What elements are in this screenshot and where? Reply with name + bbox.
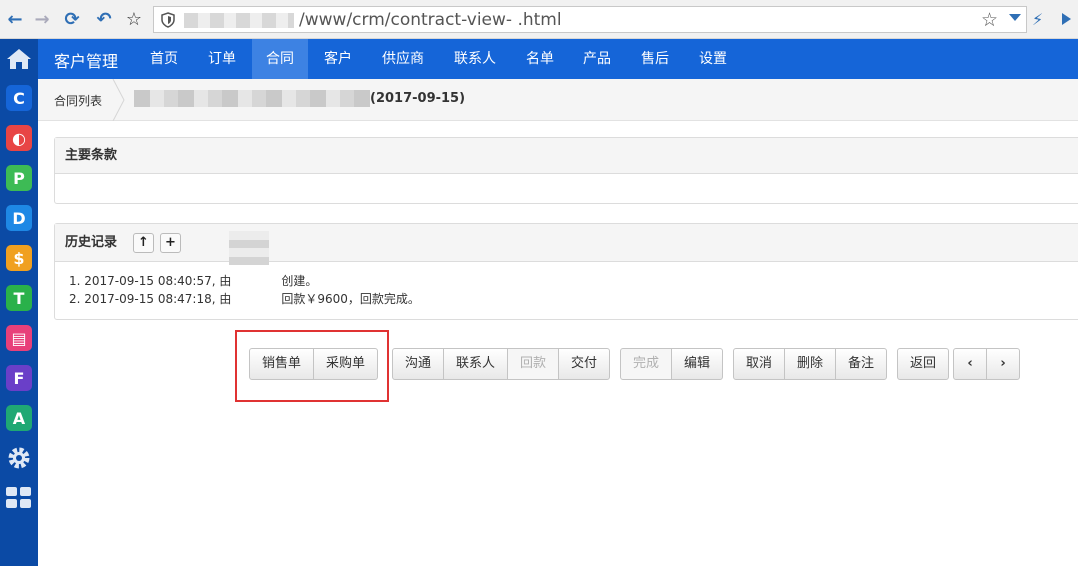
history-user-redacted — [229, 231, 269, 265]
pager-button-group: ‹ › — [953, 348, 1020, 380]
nav-item-4[interactable]: 客户 — [310, 39, 366, 79]
favorite-star-icon[interactable]: ☆ — [981, 9, 998, 31]
brand-title: 客户管理 — [54, 52, 119, 71]
top-navigation: 客户管理 首页 订单 合同 客户 供应商 联系人 名单 产品 售后 设置 — [38, 39, 1078, 79]
back-arrow-icon[interactable]: ← — [5, 9, 25, 30]
manage-button-group: 取消 删除 备注 — [733, 348, 888, 380]
group2-button-1[interactable]: 沟通 — [392, 348, 445, 380]
app-icon-4[interactable]: D — [6, 205, 32, 231]
address-bar[interactable]: /www/crm/contract-view- .html ☆ — [153, 6, 1027, 33]
home-icon[interactable] — [5, 47, 33, 71]
browser-toolbar: ← → ⟳ ↶ ☆ /www/crm/contract-view- .html … — [0, 0, 1078, 39]
group4-button-1[interactable]: 取消 — [733, 348, 786, 380]
highlight-box — [235, 330, 389, 402]
forward-arrow-icon[interactable]: → — [32, 9, 52, 30]
nav-item-3[interactable]: 合同 — [252, 39, 308, 79]
nav-item-8[interactable]: 产品 — [569, 39, 625, 79]
app-icon-5[interactable]: $ — [6, 245, 32, 271]
group3-button-1: 完成 — [620, 348, 673, 380]
grid-icon[interactable] — [6, 486, 32, 510]
history-entry-action: 创建。 — [281, 274, 318, 288]
app-icon-8[interactable]: F — [6, 365, 32, 391]
group4-button-2[interactable]: 删除 — [784, 348, 837, 380]
bookmark-star-icon[interactable]: ☆ — [124, 9, 144, 30]
nav-item-2[interactable]: 订单 — [194, 39, 250, 79]
gear-icon[interactable] — [6, 445, 32, 471]
action-button-group: 沟通 联系人 回款 交付 — [392, 348, 611, 380]
back-button[interactable]: 返回 — [897, 348, 950, 380]
history-title: 历史记录 — [65, 235, 118, 250]
lightning-icon[interactable]: ⚡ — [1032, 10, 1048, 30]
nav-item-7[interactable]: 名单 — [512, 39, 568, 79]
app-icon-6[interactable]: T — [6, 285, 32, 311]
nav-item-5[interactable]: 供应商 — [368, 39, 438, 79]
group2-button-3: 回款 — [507, 348, 560, 380]
shield-icon — [161, 12, 175, 28]
app-icon-7[interactable]: ▤ — [6, 325, 32, 351]
app-icon-3[interactable]: P — [6, 165, 32, 191]
breadcrumb-redacted — [134, 90, 370, 107]
nav-item-1[interactable]: 首页 — [136, 39, 192, 79]
app-icon-1[interactable]: C — [6, 85, 32, 111]
arrow-up-icon[interactable]: ↑ — [133, 233, 154, 253]
breadcrumb-separator — [112, 79, 125, 121]
complete-button-group: 完成 编辑 — [620, 348, 724, 380]
nav-item-9[interactable]: 售后 — [627, 39, 683, 79]
history-header: 历史记录 ↑ + — [55, 224, 1078, 262]
history-item: 1. 2017-09-15 08:40:57, 由 创建。 — [69, 272, 1078, 290]
history-entry-action: 回款￥9600，回款完成。 — [281, 292, 420, 306]
plus-icon[interactable]: + — [160, 233, 181, 253]
terms-title: 主要条款 — [55, 138, 1078, 174]
dropdown-icon[interactable] — [1009, 14, 1021, 21]
back-button-group: 返回 — [897, 348, 950, 380]
chevron-right-icon[interactable]: › — [986, 348, 1020, 380]
app-icon-2[interactable]: ◐ — [6, 125, 32, 151]
play-icon[interactable] — [1062, 13, 1071, 25]
history-entry-text: 2. 2017-09-15 08:47:18, 由 — [69, 292, 232, 306]
group2-button-2[interactable]: 联系人 — [443, 348, 509, 380]
group2-button-4[interactable]: 交付 — [558, 348, 611, 380]
group3-button-2[interactable]: 编辑 — [671, 348, 724, 380]
history-list: 1. 2017-09-15 08:40:57, 由 创建。 2. 2017-09-1… — [55, 231, 1078, 308]
breadcrumb-contract-list[interactable]: 合同列表 — [54, 92, 102, 109]
reload-icon[interactable]: ⟳ — [62, 9, 82, 30]
nav-item-6[interactable]: 联系人 — [440, 39, 510, 79]
history-entry-text: 1. 2017-09-15 08:40:57, 由 — [69, 274, 232, 288]
nav-item-10[interactable]: 设置 — [685, 39, 741, 79]
history-panel: 历史记录 ↑ + 1. 2017-09-15 08:40:57, 由 创建。 2. … — [54, 223, 1078, 320]
app-icon-9[interactable]: A — [6, 405, 32, 431]
breadcrumb-current: (2017-09-15) — [370, 91, 466, 106]
url-redacted — [184, 13, 294, 28]
breadcrumb: 合同列表 (2017-09-15) — [38, 79, 1078, 121]
group4-button-3[interactable]: 备注 — [835, 348, 888, 380]
terms-panel: 主要条款 — [54, 137, 1078, 204]
undo-icon[interactable]: ↶ — [94, 9, 114, 30]
history-item: 2. 2017-09-15 08:47:18, 由 回款￥9600，回款完成。 — [69, 290, 1078, 308]
chevron-left-icon[interactable]: ‹ — [953, 348, 987, 380]
url-text: /www/crm/contract-view- .html — [299, 10, 562, 30]
app-sidebar: C ◐ P D $ T ▤ F A — [0, 39, 38, 566]
